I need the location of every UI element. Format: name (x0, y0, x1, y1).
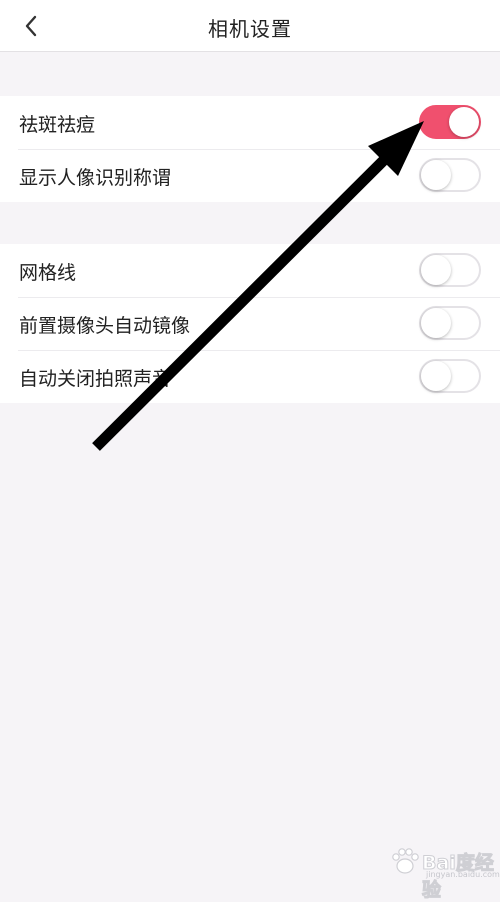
toggle-knob (421, 160, 451, 190)
settings-group-camera: 网格线 前置摄像头自动镜像 自动关闭拍照声音 (0, 244, 500, 403)
setting-label: 祛斑祛痘 (19, 114, 96, 136)
shutter-sound-toggle[interactable] (419, 359, 481, 393)
setting-label: 自动关闭拍照声音 (19, 368, 172, 390)
top-bar: 相机设置 (0, 0, 500, 52)
setting-label: 前置摄像头自动镜像 (19, 315, 191, 337)
watermark-subtext: jingyan.baidu.com (426, 870, 500, 879)
blemish-removal-toggle[interactable] (419, 105, 481, 139)
settings-group-beauty: 祛斑祛痘 显示人像识别称谓 (0, 96, 500, 202)
setting-row-portrait-recognition: 显示人像识别称谓 (0, 149, 500, 202)
toggle-knob (421, 361, 451, 391)
baidu-jingyan-watermark: Bai度经验 jingyan.baidu.com (386, 838, 500, 902)
portrait-recognition-toggle[interactable] (419, 158, 481, 192)
toggle-knob (421, 308, 451, 338)
setting-row-blemish-removal: 祛斑祛痘 (0, 96, 500, 149)
toggle-knob (449, 107, 479, 137)
paw-icon (392, 848, 419, 874)
toggle-knob (421, 255, 451, 285)
front-mirror-toggle[interactable] (419, 306, 481, 340)
grid-lines-toggle[interactable] (419, 253, 481, 287)
setting-row-grid-lines: 网格线 (0, 244, 500, 297)
page-title: 相机设置 (208, 17, 292, 41)
setting-label: 显示人像识别称谓 (19, 167, 172, 189)
setting-row-front-mirror: 前置摄像头自动镜像 (0, 297, 500, 350)
setting-row-shutter-sound: 自动关闭拍照声音 (0, 350, 500, 403)
setting-label: 网格线 (19, 262, 77, 284)
